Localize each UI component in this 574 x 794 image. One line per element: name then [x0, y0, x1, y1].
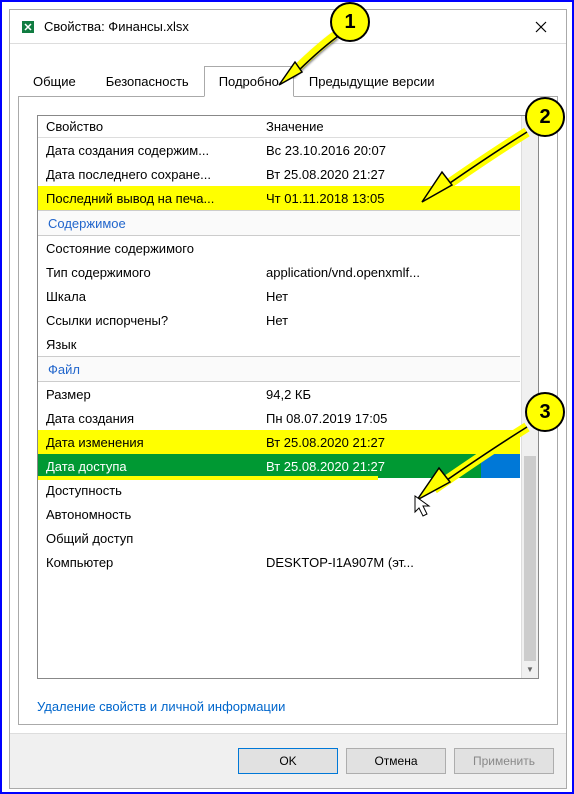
prop-label: Доступность: [38, 483, 258, 498]
prop-value: Вс 23.10.2016 20:07: [258, 143, 520, 158]
prop-label: Компьютер: [38, 555, 258, 570]
table-row[interactable]: Дата изменения Вт 25.08.2020 21:27: [38, 430, 520, 454]
prop-label: Дата создания содержим...: [38, 143, 258, 158]
prop-value: 94,2 КБ: [258, 387, 520, 402]
table-row[interactable]: Дата создания содержим... Вс 23.10.2016 …: [38, 138, 520, 162]
tab-previous-versions[interactable]: Предыдущие версии: [294, 66, 450, 97]
table-row[interactable]: Доступность: [38, 478, 520, 502]
prop-label: Ссылки испорчены?: [38, 313, 258, 328]
prop-label: Язык: [38, 337, 258, 352]
table-row[interactable]: Размер 94,2 КБ: [38, 382, 520, 406]
remove-properties-link[interactable]: Удаление свойств и личной информации: [19, 689, 557, 724]
properties-list: Свойство Значение Дата создания содержим…: [37, 115, 539, 679]
header-value[interactable]: Значение: [258, 116, 520, 137]
table-row[interactable]: Автономность: [38, 502, 520, 526]
table-row[interactable]: Дата доступа Вт 25.08.2020 21:27: [38, 454, 520, 478]
header-property[interactable]: Свойство: [38, 116, 258, 137]
section-content: Содержимое: [38, 210, 520, 236]
tab-strip: Общие Безопасность Подробно Предыдущие в…: [10, 66, 566, 97]
table-row[interactable]: Язык: [38, 332, 520, 356]
section-label: Содержимое: [48, 216, 126, 231]
table-row[interactable]: Ссылки испорчены? Нет: [38, 308, 520, 332]
prop-label: Шкала: [38, 289, 258, 304]
prop-label: Дата создания: [38, 411, 258, 426]
tab-security[interactable]: Безопасность: [91, 66, 204, 97]
cancel-button[interactable]: Отмена: [346, 748, 446, 774]
table-row[interactable]: Последний вывод на печа... Чт 01.11.2018…: [38, 186, 520, 210]
section-label: Файл: [48, 362, 80, 377]
list-header: Свойство Значение: [38, 116, 520, 138]
titlebar: Свойства: Финансы.xlsx: [10, 10, 566, 44]
prop-label: Состояние содержимого: [38, 241, 258, 256]
dialog-buttons: OK Отмена Применить: [10, 733, 566, 788]
prop-label: Дата последнего сохране...: [38, 167, 258, 182]
prop-label: Дата доступа: [38, 459, 258, 474]
scrollbar-vertical[interactable]: ▲ ▼: [521, 116, 538, 678]
tab-general[interactable]: Общие: [18, 66, 91, 97]
prop-value: Вт 25.08.2020 21:27: [258, 459, 520, 474]
scroll-down-icon: ▼: [522, 661, 538, 678]
prop-label: Размер: [38, 387, 258, 402]
prop-label: Общий доступ: [38, 531, 258, 546]
table-row[interactable]: Общий доступ: [38, 526, 520, 550]
tab-details[interactable]: Подробно: [204, 66, 294, 97]
prop-value: Вт 25.08.2020 21:27: [258, 435, 520, 450]
prop-value: application/vnd.openxmlf...: [258, 265, 520, 280]
prop-value: Нет: [258, 289, 520, 304]
section-file: Файл: [38, 356, 520, 382]
prop-label: Последний вывод на печа...: [38, 191, 258, 206]
prop-value: Нет: [258, 313, 520, 328]
ok-button[interactable]: OK: [238, 748, 338, 774]
window-title: Свойства: Финансы.xlsx: [44, 19, 526, 34]
prop-value: Чт 01.11.2018 13:05: [258, 191, 520, 206]
prop-value: Вт 25.08.2020 21:27: [258, 167, 520, 182]
table-row[interactable]: Дата последнего сохране... Вт 25.08.2020…: [38, 162, 520, 186]
table-row[interactable]: Шкала Нет: [38, 284, 520, 308]
close-button[interactable]: [526, 12, 556, 42]
excel-icon: [20, 19, 36, 35]
table-row[interactable]: Тип содержимого application/vnd.openxmlf…: [38, 260, 520, 284]
properties-dialog: Свойства: Финансы.xlsx Общие Безопасност…: [9, 9, 567, 789]
table-row[interactable]: Дата создания Пн 08.07.2019 17:05: [38, 406, 520, 430]
prop-label: Дата изменения: [38, 435, 258, 450]
scroll-thumb[interactable]: [524, 456, 536, 679]
scroll-up-icon: ▲: [522, 116, 538, 133]
prop-value: Пн 08.07.2019 17:05: [258, 411, 520, 426]
prop-label: Автономность: [38, 507, 258, 522]
close-icon: [535, 21, 547, 33]
prop-label: Тип содержимого: [38, 265, 258, 280]
prop-value: DESKTOP-I1A907M (эт...: [258, 555, 520, 570]
table-row[interactable]: Состояние содержимого: [38, 236, 520, 260]
tab-panel-details: Свойство Значение Дата создания содержим…: [18, 96, 558, 725]
table-row[interactable]: Компьютер DESKTOP-I1A907M (эт...: [38, 550, 520, 574]
apply-button[interactable]: Применить: [454, 748, 554, 774]
